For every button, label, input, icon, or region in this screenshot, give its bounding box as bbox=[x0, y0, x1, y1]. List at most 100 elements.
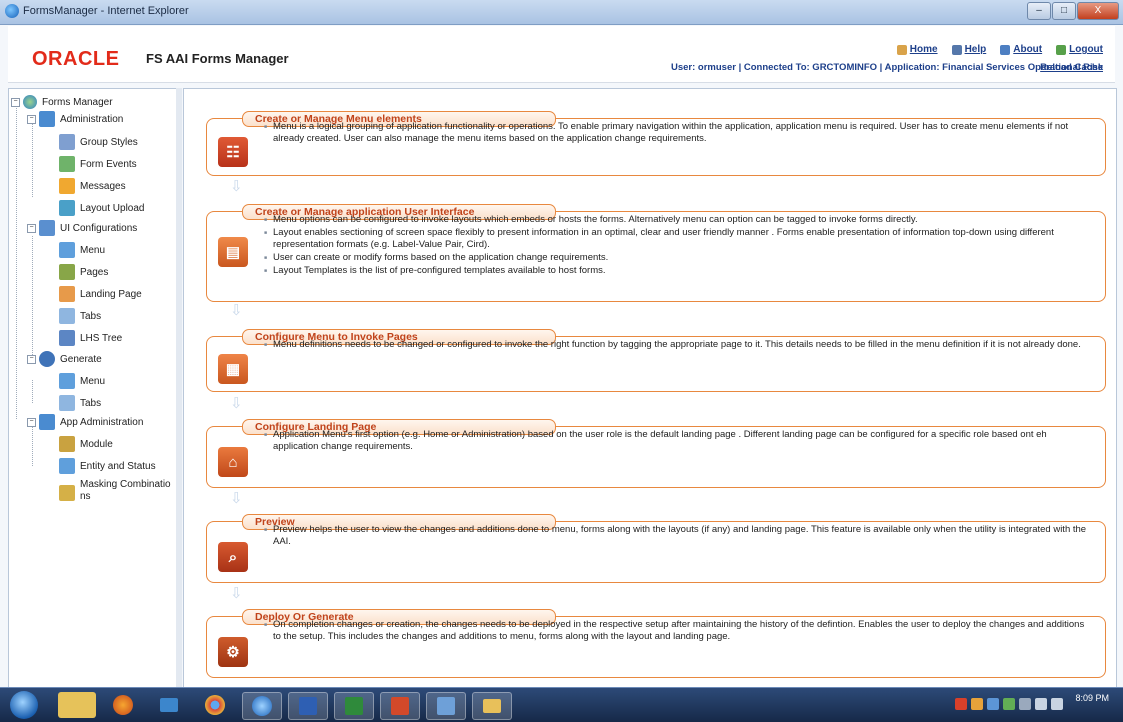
section-bullets: Menu definitions needs to be changed or … bbox=[264, 339, 1094, 352]
logout-link[interactable]: Logout bbox=[1056, 44, 1103, 55]
tray-icon[interactable] bbox=[987, 698, 999, 710]
entity-status-icon bbox=[59, 458, 75, 474]
tree-item-masking-combinations[interactable]: Masking Combinatio ns bbox=[59, 479, 171, 503]
tree-item-label: Tabs bbox=[80, 397, 102, 409]
system-tray bbox=[955, 698, 1063, 710]
invoke-pages-icon[interactable]: ▦ bbox=[218, 354, 248, 384]
maximize-button[interactable]: □ bbox=[1052, 2, 1076, 20]
collapse-toggle[interactable]: − bbox=[27, 114, 36, 124]
collapse-toggle[interactable]: − bbox=[27, 223, 36, 233]
logout-icon bbox=[1056, 44, 1067, 55]
collapse-toggle[interactable]: − bbox=[11, 97, 20, 107]
volume-icon[interactable] bbox=[1035, 698, 1047, 710]
internet-explorer-taskbar-icon[interactable] bbox=[242, 692, 282, 720]
preview-icon[interactable]: ⌕ bbox=[218, 542, 248, 572]
tray-icon[interactable] bbox=[971, 698, 983, 710]
tree-item-messages[interactable]: Messages bbox=[59, 178, 126, 194]
reload-cache-link[interactable]: Reload Cache bbox=[1040, 62, 1103, 73]
excel-taskbar-icon[interactable] bbox=[334, 692, 374, 720]
tree-item-tabs[interactable]: Tabs bbox=[59, 308, 101, 324]
folder-taskbar-icon[interactable] bbox=[472, 692, 512, 720]
tree-item-layout-upload[interactable]: Layout Upload bbox=[59, 200, 145, 216]
tree-group-administration[interactable]: − Administration bbox=[27, 111, 123, 127]
tree-item-entity-and-status[interactable]: Entity and Status bbox=[59, 458, 156, 474]
section-bullets: Application Menu's first option (e.g. Ho… bbox=[264, 429, 1094, 454]
help-link-label: Help bbox=[964, 44, 987, 55]
window-titlebar: FormsManager - Internet Explorer – □ X bbox=[0, 0, 1123, 25]
word-taskbar-icon[interactable] bbox=[288, 692, 328, 720]
section-bullets: Menu options can be configured to invoke… bbox=[264, 214, 1094, 278]
explorer-taskbar-icon[interactable] bbox=[58, 692, 96, 718]
tree-item-lhs-tree[interactable]: LHS Tree bbox=[59, 330, 122, 346]
tree-group-label: Administration bbox=[60, 113, 124, 125]
tree-item-label: Group Styles bbox=[80, 136, 138, 148]
oracle-logo: ORACLE bbox=[32, 48, 120, 70]
module-icon bbox=[59, 436, 75, 452]
bullet: On completion changes or creation, the c… bbox=[264, 619, 1094, 643]
tree-item-form-events[interactable]: Form Events bbox=[59, 156, 137, 172]
pane-splitter[interactable] bbox=[176, 88, 182, 687]
tree-item-pages[interactable]: Pages bbox=[59, 264, 108, 280]
help-link[interactable]: Help bbox=[951, 44, 987, 55]
menu-icon bbox=[59, 373, 75, 389]
tree-item-module[interactable]: Module bbox=[59, 436, 113, 452]
collapse-toggle[interactable]: − bbox=[27, 354, 36, 364]
tree-root[interactable]: − Forms Manager bbox=[11, 95, 113, 109]
collapse-toggle[interactable]: − bbox=[27, 417, 36, 427]
section-bullets: Menu is a logical grouping of applicatio… bbox=[264, 121, 1094, 146]
section-bullets: Preview helps the user to view the chang… bbox=[264, 524, 1094, 549]
landing-page-icon[interactable]: ⌂ bbox=[218, 447, 248, 477]
bullet: Menu options can be configured to invoke… bbox=[264, 214, 1094, 226]
about-link-label: About bbox=[1013, 44, 1043, 55]
home-link[interactable]: Home bbox=[896, 44, 938, 55]
tree-item-label: Layout Upload bbox=[80, 202, 145, 214]
tree-item-group-styles[interactable]: Group Styles bbox=[59, 134, 138, 150]
menu-elements-icon[interactable]: ☷ bbox=[218, 137, 248, 167]
tree-item-generate-menu[interactable]: Menu bbox=[59, 373, 105, 389]
app-administration-icon bbox=[39, 414, 55, 430]
tree-item-landing-page[interactable]: Landing Page bbox=[59, 286, 142, 302]
close-button[interactable]: X bbox=[1077, 2, 1119, 20]
messages-icon bbox=[59, 178, 75, 194]
taskbar-clock[interactable]: 8:09 PM bbox=[1075, 693, 1109, 703]
minimize-button[interactable]: – bbox=[1027, 2, 1051, 20]
tree-item-label: Pages bbox=[80, 266, 109, 278]
home-link-label: Home bbox=[909, 44, 938, 55]
media-taskbar-icon[interactable] bbox=[150, 692, 188, 718]
firefox-taskbar-icon[interactable] bbox=[104, 692, 142, 718]
tree-root-label: Forms Manager bbox=[42, 96, 113, 108]
tray-icon[interactable] bbox=[1019, 698, 1031, 710]
tree-item-menu[interactable]: Menu bbox=[59, 242, 105, 258]
section-bullets: On completion changes or creation, the c… bbox=[264, 619, 1094, 644]
tree-item-label-continued: ns bbox=[80, 491, 91, 502]
internet-explorer-icon bbox=[5, 4, 19, 18]
ui-configurations-icon bbox=[39, 220, 55, 236]
bullet: Menu is a logical grouping of applicatio… bbox=[264, 121, 1094, 145]
navigation-tree: − Forms Manager − Administration Group S… bbox=[8, 88, 177, 689]
section-preview: Preview ⌕ Preview helps the user to view… bbox=[206, 514, 1106, 583]
section-user-interface: Create or Manage application User Interf… bbox=[206, 204, 1106, 302]
tree-group-app-administration[interactable]: − App Administration bbox=[27, 414, 143, 430]
deploy-gear-icon[interactable]: ⚙ bbox=[218, 637, 248, 667]
start-button[interactable] bbox=[10, 691, 38, 719]
network-icon[interactable] bbox=[1051, 698, 1063, 710]
tree-item-generate-tabs[interactable]: Tabs bbox=[59, 395, 101, 411]
session-info: User: ormuser | Connected To: GRCTOMINFO… bbox=[671, 62, 1104, 73]
tree-group-generate[interactable]: − Generate bbox=[27, 351, 102, 367]
chrome-taskbar-icon[interactable] bbox=[196, 692, 234, 718]
user-interface-icon[interactable]: ▤ bbox=[218, 237, 248, 267]
tree-item-label: Module bbox=[80, 438, 113, 450]
tray-icon[interactable] bbox=[955, 698, 967, 710]
about-link[interactable]: About bbox=[1000, 44, 1042, 55]
window-controls: – □ X bbox=[1026, 2, 1119, 20]
tree-item-label: Form Events bbox=[80, 158, 137, 170]
paint-taskbar-icon[interactable] bbox=[426, 692, 466, 720]
bullet: Menu definitions needs to be changed or … bbox=[264, 339, 1094, 351]
tray-icon[interactable] bbox=[1003, 698, 1015, 710]
flow-arrow-icon: ⇩ bbox=[230, 302, 243, 319]
masking-combinations-icon bbox=[59, 485, 75, 501]
tree-item-label: Messages bbox=[80, 180, 126, 192]
powerpoint-taskbar-icon[interactable] bbox=[380, 692, 420, 720]
section-deploy-generate: Deploy Or Generate ⚙ On completion chang… bbox=[206, 609, 1106, 678]
tree-group-ui-configurations[interactable]: − UI Configurations bbox=[27, 220, 137, 236]
